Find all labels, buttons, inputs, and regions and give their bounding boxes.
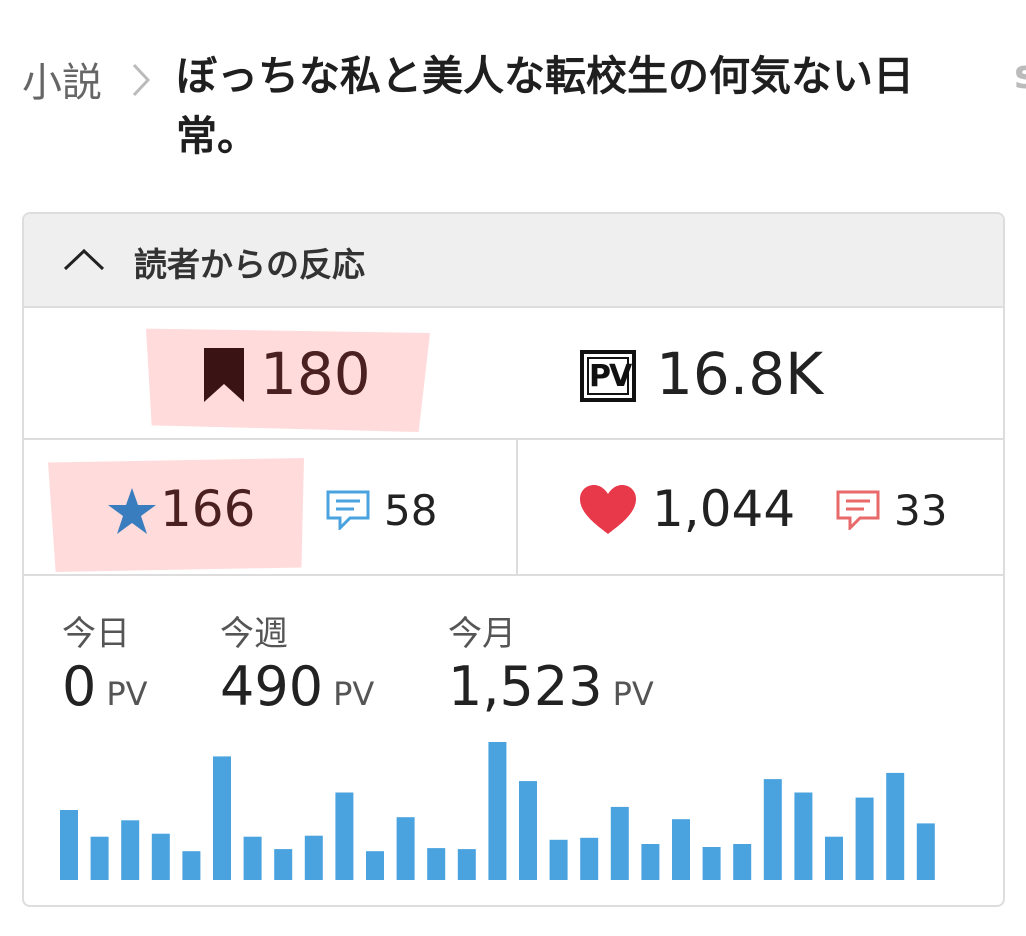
pv-bar-28 (886, 772, 905, 880)
pv-bar-20 (641, 844, 660, 880)
cheer-comment-icon[interactable] (836, 490, 880, 534)
pv-bar-1 (60, 810, 78, 880)
pv-bar-15 (488, 742, 507, 880)
pv-bar-17 (549, 839, 568, 880)
pv-icon: PV (580, 350, 636, 402)
pv-bar-9 (304, 835, 323, 880)
star-count: 166 (160, 480, 256, 538)
pv-bar-19 (610, 806, 629, 880)
stat-today-unit: PV (106, 675, 148, 713)
bookmark-count: 180 (260, 340, 371, 408)
stat-today-label: 今日 (62, 614, 130, 654)
bookmark-icon (204, 348, 244, 406)
stat-month-label: 今月 (448, 614, 516, 654)
chevron-up-icon[interactable] (62, 248, 106, 276)
pv-bar-5 (182, 851, 201, 880)
pv-bar-16 (519, 781, 537, 880)
novel-title[interactable]: ぼっちな私と美人な転校生の何気ない日常。 (176, 46, 956, 166)
pv-bar-4 (151, 833, 170, 880)
divider (516, 440, 518, 574)
stat-today-value: 0 (62, 655, 97, 718)
pv-bar-2 (90, 836, 109, 880)
stat-month: 今月 1,523 PV (448, 606, 654, 718)
review-comment-icon[interactable] (326, 490, 370, 534)
bookmark-pv-row: 180 PV 16.8K (24, 308, 1003, 440)
pv-bar-10 (335, 792, 354, 880)
pv-bar-8 (274, 849, 293, 880)
pv-bar-27 (855, 797, 874, 880)
pv-bar-24 (763, 779, 782, 880)
pv-bar-14 (457, 849, 476, 880)
pv-bar-6 (213, 756, 231, 880)
clipped-edge-text: s (1014, 52, 1026, 98)
pv-bar-12 (396, 817, 415, 880)
daily-pv-bar-chart (60, 734, 980, 880)
reader-reactions-panel: 読者からの反応 180 PV 16.8K 166 58 1,044 33 今日 … (22, 212, 1005, 907)
reactions-title: 読者からの反応 (134, 245, 365, 284)
stat-month-value: 1,523 (448, 655, 603, 718)
reactions-header[interactable]: 読者からの反応 (24, 214, 1003, 308)
stat-week-unit: PV (333, 675, 375, 713)
stat-today: 今日 0 PV (62, 606, 148, 718)
pv-total-count: 16.8K (656, 340, 824, 408)
stat-week-label: 今週 (220, 614, 288, 654)
heart-count: 1,044 (652, 480, 796, 538)
cheer-comment-count: 33 (894, 486, 948, 535)
stat-week-value: 490 (220, 655, 324, 718)
review-count: 58 (384, 486, 438, 535)
chevron-right-icon (130, 62, 152, 102)
pv-badge-label: PV (587, 357, 632, 395)
breadcrumb-novel-link[interactable]: 小説 (22, 50, 102, 108)
stat-month-unit: PV (612, 675, 654, 713)
pv-bar-11 (366, 851, 384, 880)
pv-bar-22 (702, 847, 721, 880)
star-icon (108, 488, 156, 538)
bar-chart-svg (60, 742, 935, 880)
stat-week: 今週 490 PV (220, 606, 374, 718)
pv-bar-18 (580, 837, 599, 880)
ratings-row: 166 58 1,044 33 (24, 440, 1003, 576)
pv-bar-21 (672, 819, 690, 880)
pv-bar-3 (121, 820, 140, 880)
pv-bar-29 (916, 823, 935, 880)
heart-icon (578, 484, 638, 540)
pv-bar-25 (794, 792, 813, 880)
pv-bar-7 (243, 836, 262, 880)
pv-bar-13 (427, 848, 446, 880)
pv-bar-26 (825, 836, 843, 880)
pv-bar-23 (733, 844, 752, 880)
